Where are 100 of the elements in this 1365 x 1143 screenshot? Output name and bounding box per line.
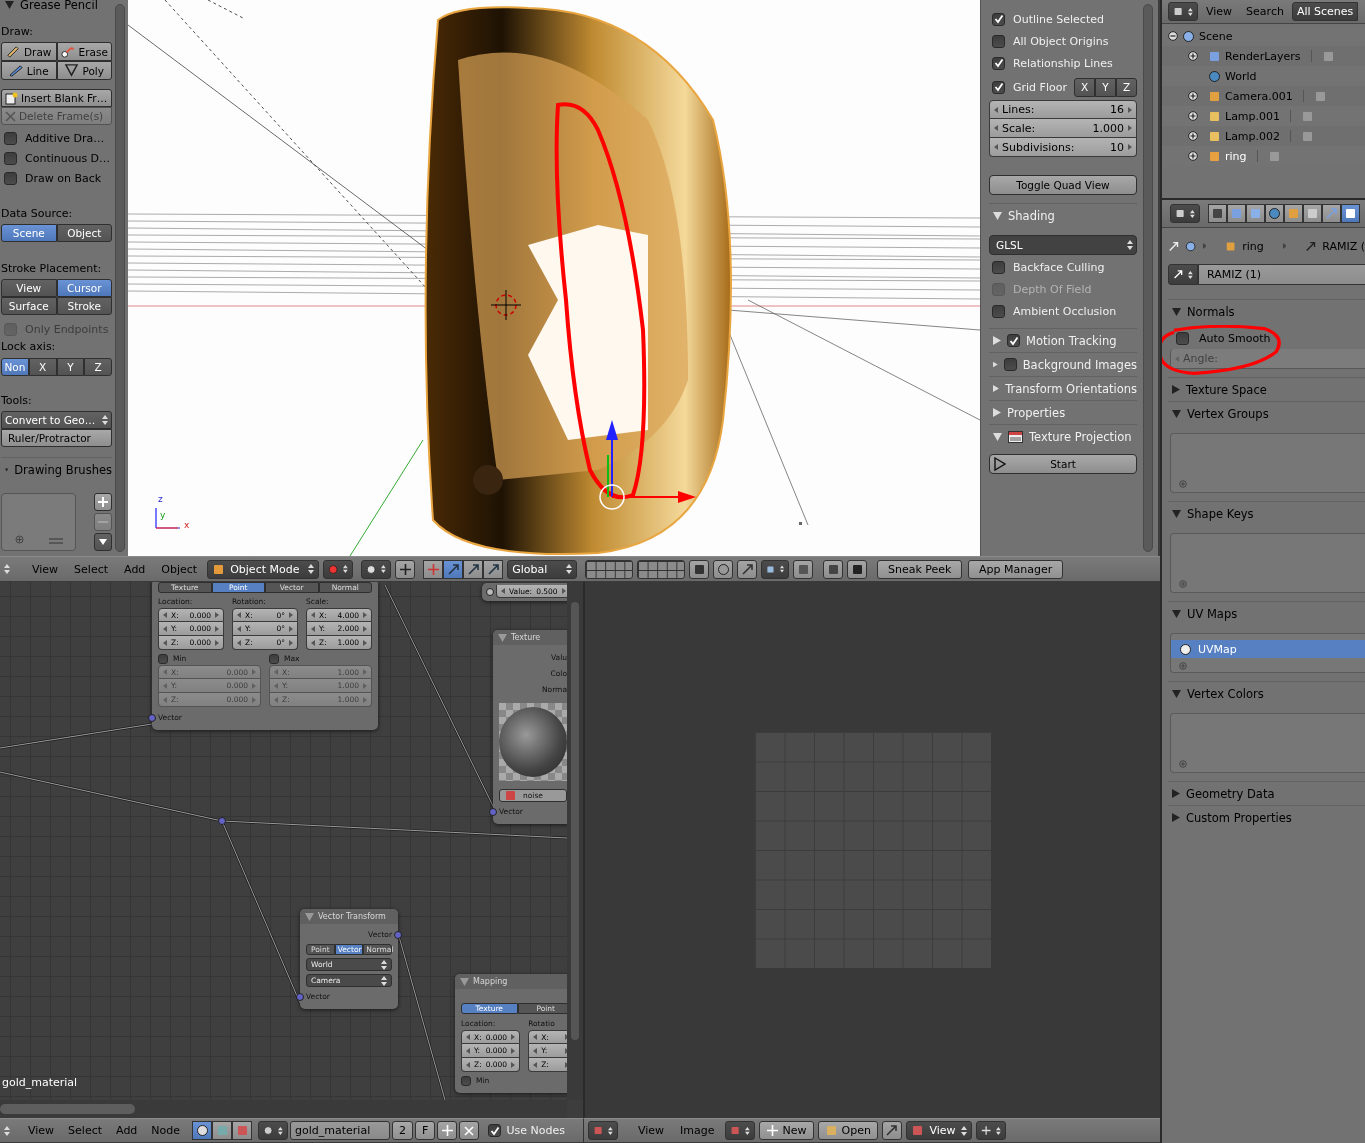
menu[interactable]: Select [68, 562, 115, 576]
toggle-button[interactable]: Surface [1, 297, 57, 315]
panel-header[interactable]: Custom Properties [1168, 805, 1365, 829]
menu[interactable]: View [1200, 5, 1239, 18]
toggle-button[interactable]: Y [56, 358, 85, 376]
scope-dropdown[interactable]: All Scenes [1291, 2, 1359, 21]
toggle-button[interactable]: Stroke [56, 297, 112, 315]
toggle-button[interactable]: Cursor [56, 279, 112, 297]
axis-label: y [160, 510, 166, 520]
dropdown[interactable]: Convert to Geo… [1, 411, 112, 429]
checkbox-label: Backface Culling [1013, 260, 1105, 274]
frame-button[interactable]: Insert Blank Fr… [1, 89, 112, 107]
breadcrumb-item: ring [1242, 239, 1264, 253]
panel-header[interactable]: Geometry Data [1168, 781, 1365, 805]
menu[interactable]: Image [674, 1124, 721, 1137]
number-field[interactable]: Scale: 1.000 [989, 119, 1137, 138]
section-label: Stroke Placement: [1, 262, 102, 275]
panel-header[interactable]: Texture Space [1168, 377, 1365, 401]
checkbox-label: Additive Dra… [25, 131, 105, 145]
view-dropdown[interactable]: View [905, 1121, 972, 1140]
panel-header[interactable]: Transform Orientations [989, 376, 1137, 400]
menu[interactable]: Object [155, 562, 204, 576]
toggle-button[interactable]: Scene [1, 224, 57, 242]
fake-user-button[interactable]: F [415, 1121, 436, 1140]
toggle-button[interactable]: Non [1, 358, 29, 376]
open-image-button[interactable]: Open [817, 1121, 878, 1140]
menu[interactable]: View [26, 562, 65, 576]
section-label: Draw: [1, 25, 33, 38]
panel-header[interactable]: Background Images [989, 352, 1137, 376]
panel-header[interactable]: UV Maps [1168, 601, 1365, 625]
new-image-button[interactable]: New [758, 1121, 814, 1140]
menu[interactable]: Add [118, 562, 152, 576]
section-label: Lock axis: [1, 340, 56, 353]
menu[interactable]: View [22, 1124, 61, 1137]
addon-button[interactable]: App Manager [968, 559, 1064, 579]
axis-label: x [184, 520, 190, 530]
menu[interactable]: Search [1240, 5, 1290, 18]
toggle-button[interactable]: Object [56, 224, 112, 242]
panel-header[interactable]: Vertex Colors [1168, 681, 1365, 705]
panel-header[interactable]: Normals [1168, 299, 1365, 323]
checkbox-label: Relationship Lines [1013, 56, 1113, 70]
checkbox-label: Ambient Occlusion [1013, 304, 1117, 318]
tree-item[interactable]: Scene [1199, 29, 1233, 43]
tool-button[interactable]: Poly [56, 61, 112, 80]
checkbox-label: Grid Floor [1013, 80, 1067, 94]
menu[interactable]: View [632, 1124, 671, 1137]
panel-header[interactable]: Shading [989, 203, 1137, 227]
panel-header[interactable]: Shape Keys [1168, 501, 1365, 525]
checkbox-label: Draw on Back [25, 171, 102, 185]
tree-item[interactable]: RenderLayers [1225, 49, 1301, 63]
checkbox-label: All Object Origins [1013, 34, 1109, 48]
number-field[interactable]: Subdivisions: 10 [989, 138, 1137, 157]
user-count-button[interactable]: 2 [392, 1121, 414, 1140]
menu[interactable]: Select [62, 1124, 109, 1137]
axis-toggle-button[interactable]: Z [1116, 77, 1137, 97]
checkbox-label: Auto Smooth [1199, 331, 1271, 345]
panel-header[interactable]: Drawing Brushes [1, 457, 112, 481]
tree-item[interactable]: Lamp.002 [1225, 129, 1281, 143]
material-label: gold_material [2, 1076, 78, 1089]
breadcrumb-item: RAMIZ ( [1322, 239, 1365, 253]
axis-toggle-button[interactable]: X [1074, 77, 1095, 97]
menu[interactable]: Node [145, 1124, 187, 1137]
section-label: Tools: [1, 394, 32, 407]
tree-item[interactable]: Lamp.001 [1225, 109, 1281, 123]
panel-header[interactable]: Vertex Groups [1168, 401, 1365, 425]
mesh-name-field[interactable]: RAMIZ (1) [1198, 264, 1365, 285]
section-label: Data Source: [1, 207, 73, 220]
checkbox-label: Use Nodes [506, 1124, 565, 1137]
toggle-quad-view-button[interactable]: Toggle Quad View [989, 175, 1137, 195]
checkbox-label: Outline Selected [1013, 12, 1104, 26]
checkbox-label: Depth Of Field [1013, 282, 1092, 296]
panel-header[interactable]: Texture Projection [989, 424, 1137, 448]
tool-button[interactable]: Draw [1, 42, 57, 61]
node-title: Mapping [473, 977, 508, 986]
ruler-button[interactable]: Ruler/Protractor [1, 429, 112, 447]
number-field[interactable]: Lines: 16 [989, 100, 1137, 119]
tree-item[interactable]: World [1225, 69, 1257, 83]
axis-toggle-button[interactable]: Y [1095, 77, 1116, 97]
tool-button[interactable]: Line [1, 61, 57, 80]
material-name-field[interactable]: gold_material [290, 1121, 391, 1140]
list-item[interactable]: UVMap [1171, 640, 1365, 658]
panel-header[interactable]: Grease Pencil [1, 0, 112, 16]
start-button[interactable]: Start [989, 454, 1137, 474]
axis-label: z [158, 494, 163, 504]
tool-button[interactable]: Erase [56, 42, 112, 61]
menu[interactable]: Add [110, 1124, 144, 1137]
tree-item[interactable]: Camera.001 [1225, 89, 1293, 103]
toggle-button[interactable]: View [1, 279, 57, 297]
panel-header[interactable]: Motion Tracking [989, 328, 1137, 352]
checkbox-label: Continuous D… [25, 151, 111, 165]
toggle-button[interactable]: Z [84, 358, 112, 376]
toggle-button[interactable]: X [28, 358, 57, 376]
tree-item[interactable]: ring [1225, 149, 1247, 163]
shading-dropdown[interactable]: GLSL [989, 235, 1137, 255]
node-title: Texture [511, 633, 541, 642]
orientation-dropdown[interactable]: Global [507, 559, 578, 579]
mode-dropdown[interactable]: Object Mode [207, 559, 320, 579]
addon-button[interactable]: Sneak Peek [877, 559, 963, 579]
panel-header[interactable]: Properties [989, 400, 1137, 424]
node-title: Vector Transform [318, 912, 386, 921]
